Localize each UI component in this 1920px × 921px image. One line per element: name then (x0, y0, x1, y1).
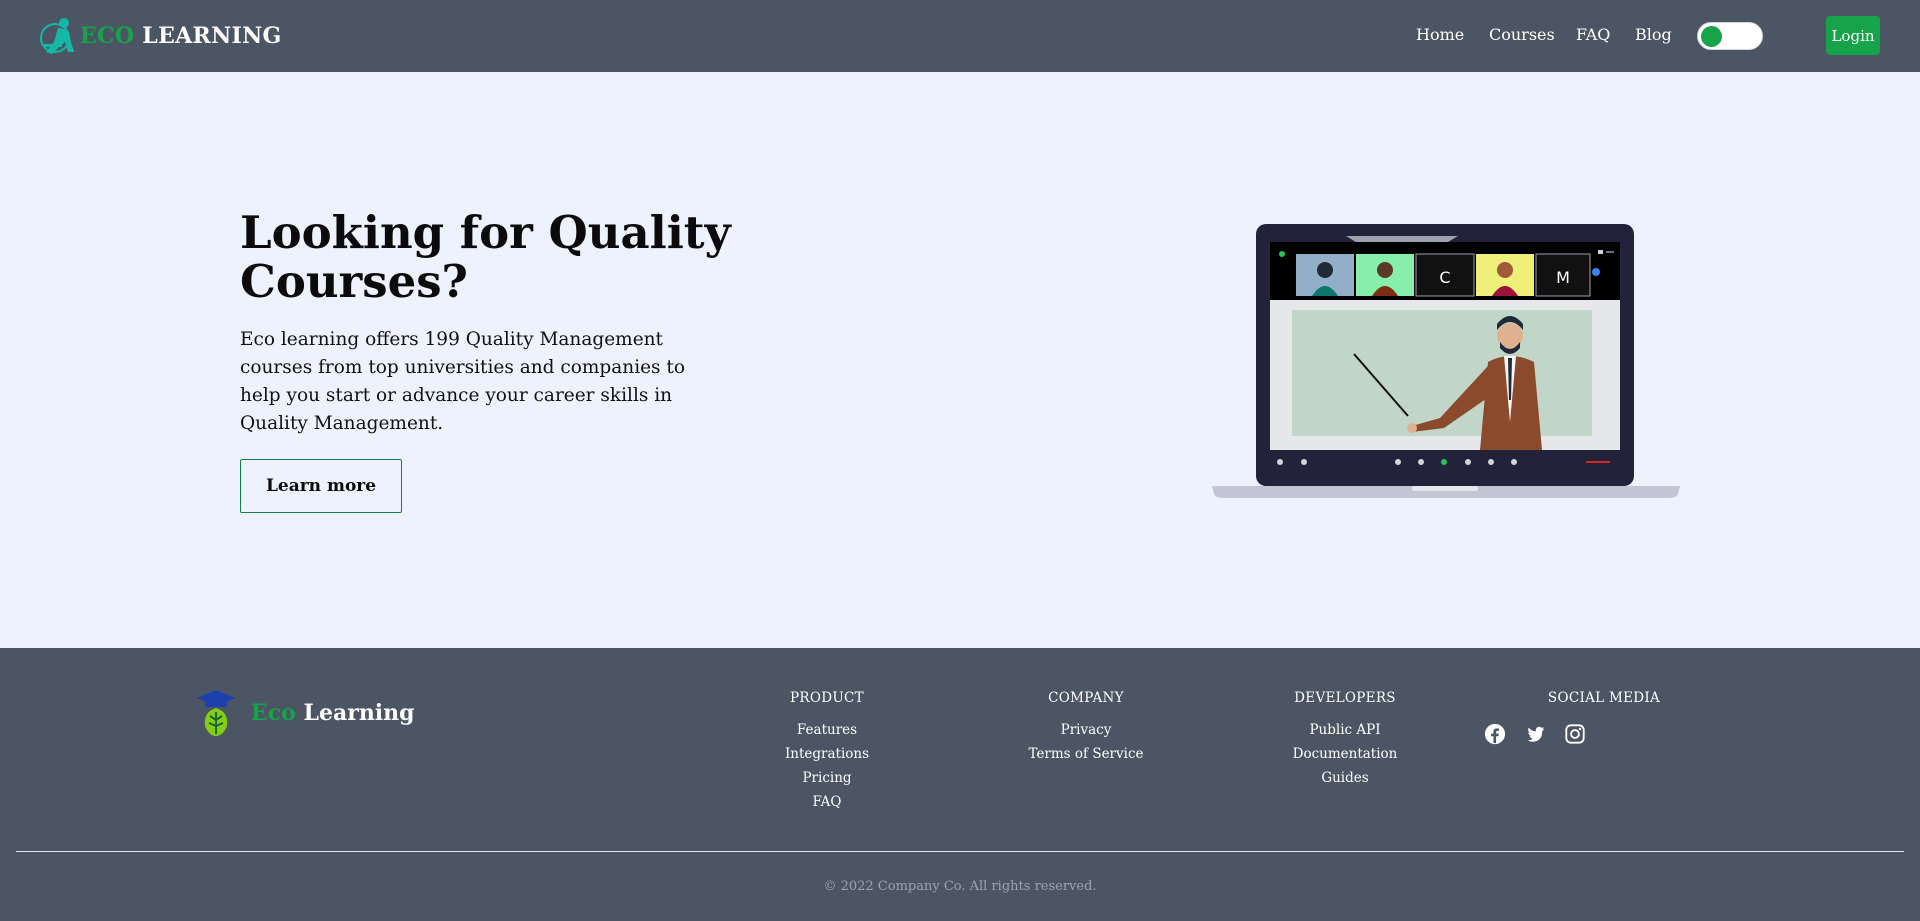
footer-brand[interactable]: Eco Learning (195, 688, 415, 738)
footer-col-title-company: COMPANY (1048, 690, 1124, 706)
footer-link-documentation[interactable]: Documentation (1293, 746, 1398, 762)
login-button[interactable]: Login (1826, 16, 1880, 55)
svg-text:C: C (1439, 268, 1450, 287)
footer-link-pricing[interactable]: Pricing (802, 770, 851, 786)
footer-link-privacy[interactable]: Privacy (1061, 722, 1112, 738)
online-class-laptop-illustration: C M (1212, 224, 1680, 498)
brand-link[interactable]: ECO LEARNING (38, 14, 282, 58)
graduation-leaf-logo-icon (197, 690, 235, 736)
footer-col-title-social: SOCIAL MEDIA (1547, 690, 1661, 706)
twitter-icon[interactable] (1524, 723, 1546, 745)
brand-name: ECO LEARNING (80, 23, 282, 49)
footer-link-public-api[interactable]: Public API (1309, 722, 1380, 738)
toggle-knob (1701, 26, 1722, 47)
instagram-icon[interactable] (1564, 723, 1586, 745)
nav-faq-link[interactable]: FAQ (1576, 25, 1610, 44)
facebook-icon[interactable] (1484, 723, 1506, 745)
navbar: ECO LEARNING Home Courses FAQ Blog Login (0, 0, 1920, 72)
footer-link-guides[interactable]: Guides (1321, 770, 1368, 786)
theme-toggle[interactable] (1697, 22, 1763, 50)
footer-link-features[interactable]: Features (797, 722, 857, 738)
footer-link-integrations[interactable]: Integrations (785, 746, 869, 762)
nav-home-link[interactable]: Home (1416, 25, 1464, 44)
learn-more-button[interactable]: Learn more (240, 459, 402, 513)
hero-title: Looking for Quality Courses? (240, 206, 731, 308)
brand-logo-icon (40, 18, 74, 54)
svg-text:M: M (1556, 268, 1570, 287)
footer-link-terms[interactable]: Terms of Service (1028, 746, 1143, 762)
footer-col-title-developers: DEVELOPERS (1294, 690, 1396, 706)
footer-divider (16, 851, 1904, 852)
footer: Eco Learning PRODUCT Features Integratio… (0, 648, 1920, 921)
footer-brand-name: Eco Learning (251, 700, 415, 726)
hero-description: Eco learning offers 199 Quality Manageme… (240, 329, 686, 434)
footer-col-title-product: PRODUCT (790, 690, 864, 706)
nav-blog-link[interactable]: Blog (1635, 25, 1672, 44)
footer-link-faq[interactable]: FAQ (812, 794, 841, 810)
copyright-text: © 2022 Company Co. All rights reserved. (823, 879, 1097, 894)
nav-courses-link[interactable]: Courses (1489, 25, 1555, 44)
hero-section: Looking for Quality Courses? Eco learnin… (0, 72, 1920, 648)
